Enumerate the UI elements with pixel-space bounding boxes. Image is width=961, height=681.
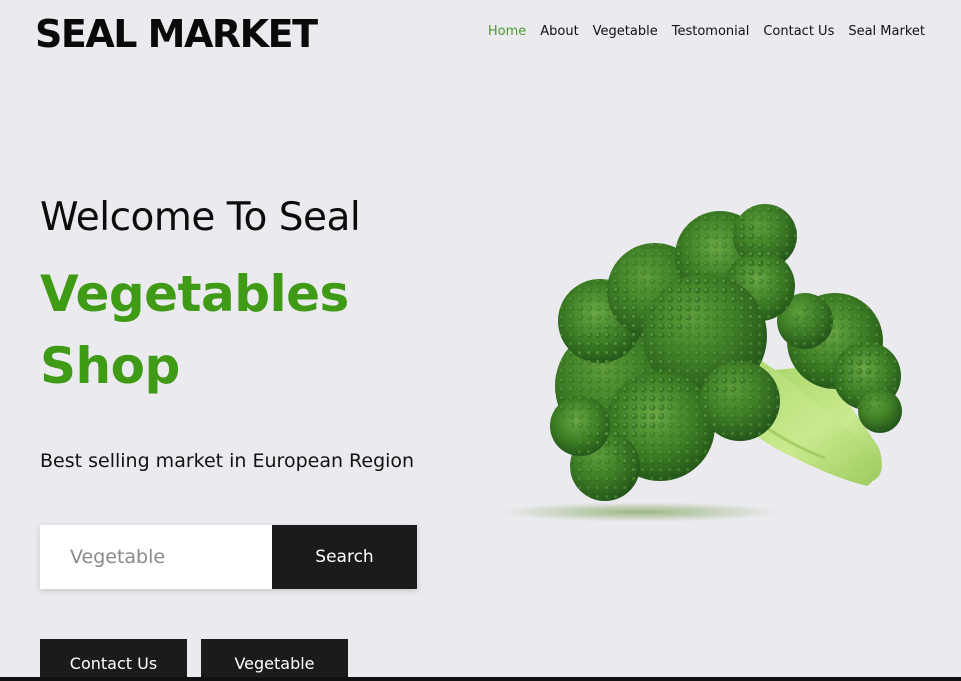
page: SEAL MARKET Home About Vegetable Testomo… xyxy=(0,0,961,681)
nav-item-contact-us[interactable]: Contact Us xyxy=(763,24,834,39)
hero-headline-line2: Shop xyxy=(40,337,180,395)
nav-item-about[interactable]: About xyxy=(540,24,578,39)
nav-item-home[interactable]: Home xyxy=(488,24,526,39)
bottom-divider xyxy=(0,677,961,681)
vegetable-button[interactable]: Vegetable xyxy=(201,639,348,681)
nav-item-testimonial[interactable]: Testomonial xyxy=(672,24,750,39)
hero-tagline: Best selling market in European Region xyxy=(40,450,415,472)
search-button[interactable]: Search xyxy=(272,525,417,589)
site-logo[interactable]: SEAL MARKET xyxy=(35,10,318,58)
broccoli-image xyxy=(500,204,902,522)
contact-us-button[interactable]: Contact Us xyxy=(40,639,187,681)
search-input[interactable] xyxy=(40,525,272,589)
nav-item-vegetable[interactable]: Vegetable xyxy=(593,24,658,39)
main-nav: Home About Vegetable Testomonial Contact… xyxy=(488,24,925,39)
hero-welcome-text: Welcome To Seal xyxy=(40,195,361,240)
nav-item-seal-market[interactable]: Seal Market xyxy=(848,24,925,39)
search-form: Search xyxy=(40,525,417,589)
hero-headline-line1: Vegetables xyxy=(40,265,349,323)
hero-headline: Vegetables Shop xyxy=(40,258,349,402)
